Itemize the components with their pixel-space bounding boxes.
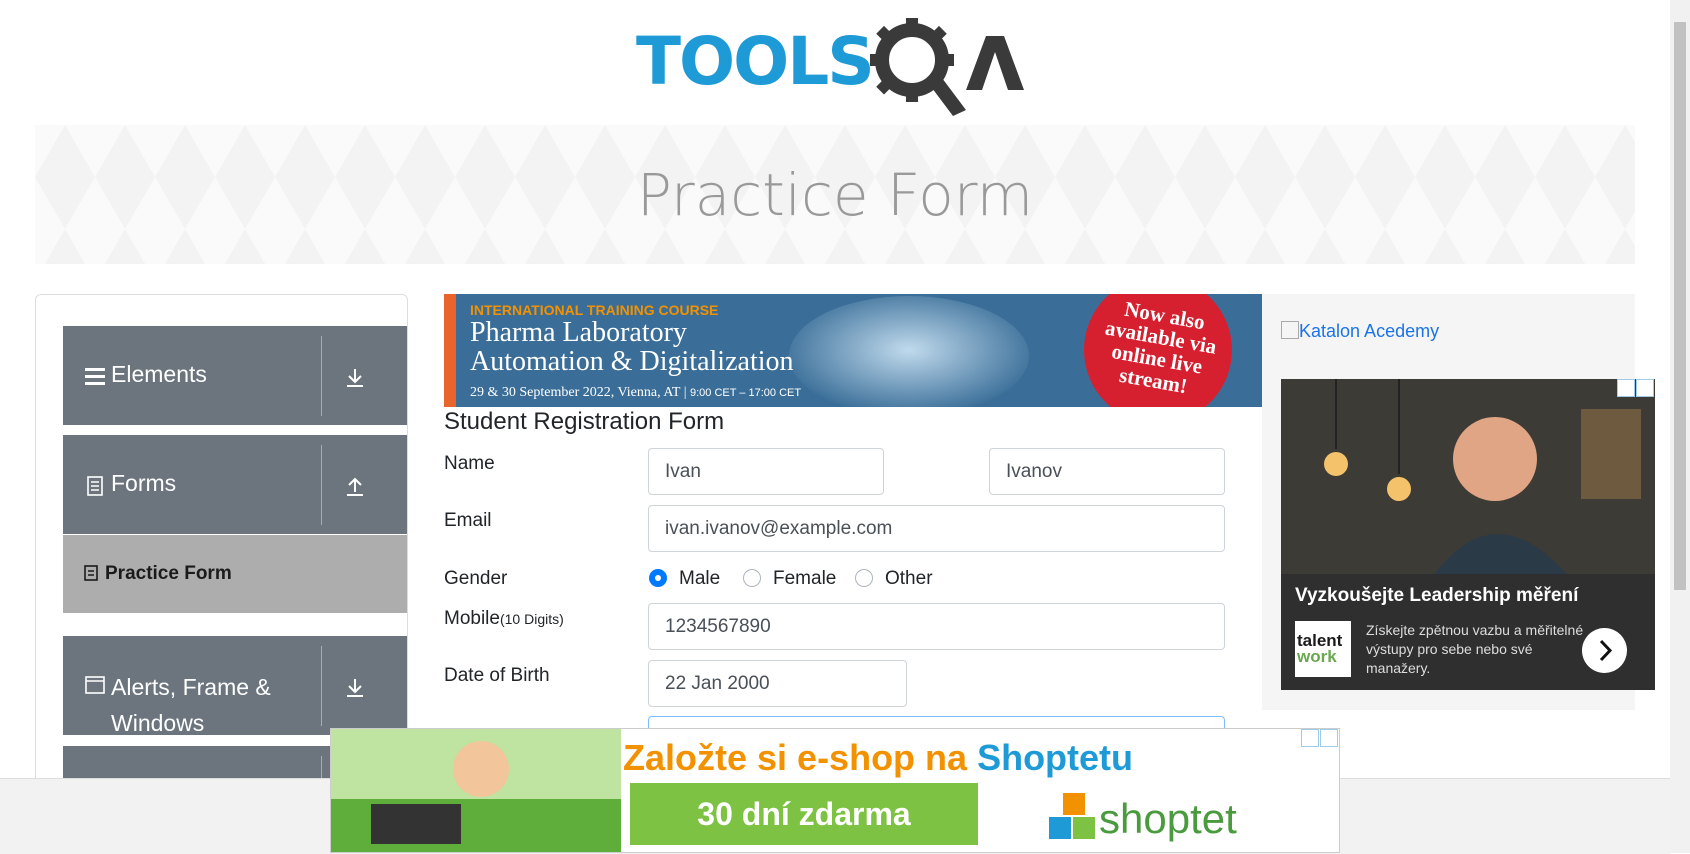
divider: [321, 336, 322, 416]
sidebar-item-label: Practice Form: [105, 563, 232, 584]
gender-male-label[interactable]: Male: [679, 568, 720, 590]
first-name-input[interactable]: [648, 448, 884, 495]
leadership-ad[interactable]: Vyzkoušejte Leadership měření talent wor…: [1281, 379, 1655, 690]
dob-input[interactable]: [648, 660, 907, 707]
mobile-label: Mobile(10 Digits): [444, 608, 564, 630]
shoptet-logo-icon: [1049, 793, 1095, 839]
divider: [321, 445, 322, 525]
dob-label: Date of Birth: [444, 665, 550, 686]
pharma-ad-banner[interactable]: INTERNATIONAL TRAINING COURSE Pharma Lab…: [444, 294, 1262, 407]
headline-part: Založte si e-shop na: [623, 737, 978, 778]
shoptet-ad[interactable]: Založte si e-shop na Shoptetu 30 dní zda…: [330, 728, 1340, 853]
name-label: Name: [444, 453, 495, 474]
katalon-ad-alt[interactable]: Katalon Acedemy: [1299, 321, 1439, 341]
mobile-hint: (10 Digits): [499, 611, 564, 627]
ad-headline-line: Pharma Laboratory: [470, 317, 687, 348]
ad-headline: Pharma Laboratory Automation & Digitaliz…: [470, 318, 794, 376]
email-input[interactable]: [648, 505, 1225, 552]
ad-date-text: 29 & 30 September 2022, Vienna, AT: [470, 385, 681, 400]
divider: [321, 646, 322, 726]
gender-other-radio[interactable]: [855, 569, 873, 587]
mobile-label-text: Mobile: [444, 608, 500, 629]
gender-female-radio[interactable]: [743, 569, 761, 587]
sidebar-group-forms[interactable]: Forms: [63, 435, 407, 534]
ad-photo: [1281, 379, 1655, 579]
sidebar-group-elements[interactable]: Elements: [63, 326, 407, 425]
gender-female-label[interactable]: Female: [773, 568, 836, 590]
ad-kicker: INTERNATIONAL TRAINING COURSE: [470, 302, 719, 318]
logo-letter-a: [966, 36, 1024, 90]
logo-text-tools: TOOLS: [636, 23, 873, 100]
ad-description: Získejte zpětnou vazbu a měřitelné výstu…: [1366, 622, 1584, 676]
broken-image-icon: [1281, 321, 1299, 339]
gender-other-label[interactable]: Other: [885, 568, 933, 590]
close-icon[interactable]: [1636, 379, 1654, 397]
ad-headline: Založte si e-shop na Shoptetu: [623, 737, 1133, 779]
label-line: Alerts, Frame &: [111, 674, 271, 700]
email-label: Email: [444, 510, 492, 531]
last-name-input[interactable]: [989, 448, 1225, 495]
ad-title: Vyzkoušejte Leadership měření: [1295, 585, 1579, 606]
katalon-ad-link[interactable]: Katalon Acedemy: [1281, 321, 1439, 342]
document-icon: [87, 476, 103, 496]
sidebar-group-label: Elements: [111, 361, 207, 387]
adchoices-icon[interactable]: [1301, 729, 1319, 747]
window-icon: [85, 676, 105, 694]
gender-label: Gender: [444, 568, 508, 589]
close-icon[interactable]: [1320, 729, 1338, 747]
download-icon[interactable]: [345, 677, 365, 699]
upload-icon[interactable]: [345, 476, 365, 498]
adchoices-icon[interactable]: [1617, 379, 1635, 397]
toolsqa-logo[interactable]: TOOLS: [636, 18, 1038, 118]
mobile-input[interactable]: [648, 603, 1225, 650]
hamburger-icon: [85, 368, 105, 385]
brand-text: shoptet: [1099, 795, 1237, 842]
form-title: Student Registration Form: [444, 408, 725, 435]
free-trial-button[interactable]: 30 dní zdarma: [630, 783, 978, 845]
sidebar-item-practice-form[interactable]: Practice Form: [63, 535, 407, 613]
ad-illustration: [331, 729, 621, 852]
page-scrollbar[interactable]: [1670, 0, 1690, 853]
gender-male-radio[interactable]: [649, 569, 667, 587]
logo-text: work: [1297, 647, 1337, 666]
ad-headline-line: Automation & Digitalization: [470, 346, 794, 377]
sidebar-group-label: Alerts, Frame & Windows: [111, 669, 271, 741]
chevron-right-icon: [1599, 639, 1613, 662]
scrollbar-thumb[interactable]: [1674, 22, 1686, 590]
sidebar-group-alerts[interactable]: Alerts, Frame & Windows: [63, 636, 407, 736]
form-icon: [84, 565, 98, 581]
talentwork-logo: talent work: [1295, 621, 1351, 677]
gear-magnifier-icon: [870, 18, 966, 116]
page-title: Practice Form: [636, 161, 1034, 229]
ad-next-button[interactable]: [1582, 628, 1627, 673]
shoptet-brand: shoptet: [1049, 793, 1237, 843]
ad-time: 9:00 CET – 17:00 CET: [690, 387, 802, 399]
sidebar-group-label: Forms: [111, 470, 177, 496]
label-line: Windows: [111, 710, 205, 736]
page-banner: Practice Form: [35, 125, 1635, 264]
download-icon[interactable]: [345, 367, 365, 389]
ad-date: 29 & 30 September 2022, Vienna, AT | 9:0…: [470, 385, 802, 400]
headline-brand: Shoptetu: [977, 737, 1134, 778]
